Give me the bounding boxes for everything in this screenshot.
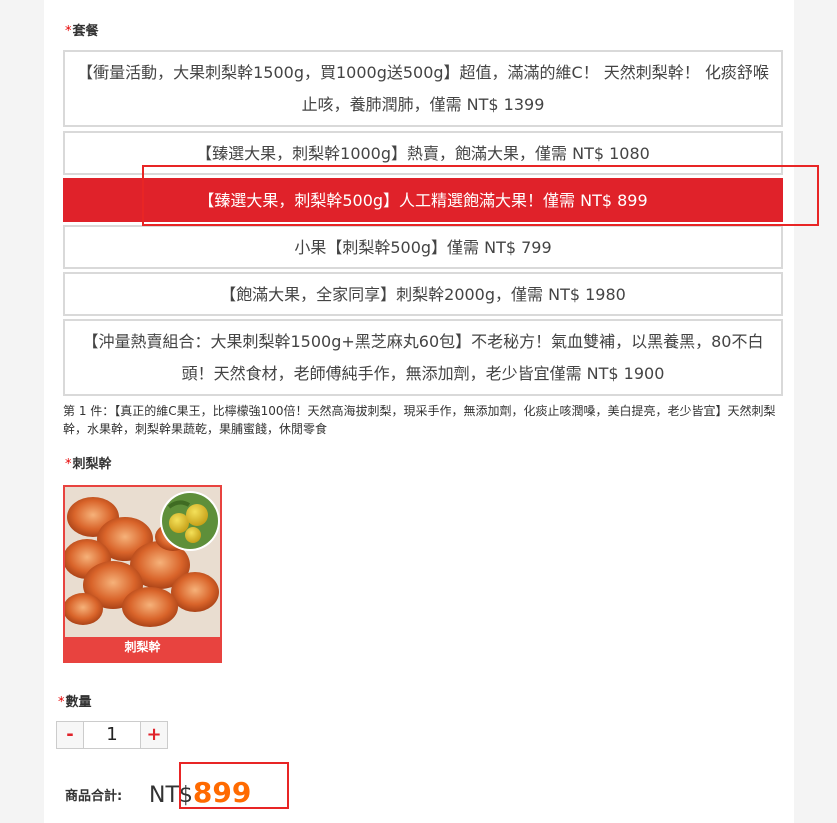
required-mark: *	[58, 695, 65, 710]
package-option-2[interactable]: 【臻選大果，刺梨幹1000g】熱賣，飽滿大果，僅需 NT$ 1080	[63, 131, 783, 175]
package-label-text: 套餐	[72, 24, 99, 39]
package-option-1[interactable]: 【衝量活動，大果刺梨幹1500g，買1000g送500g】超值，滿滿的維C！ 天…	[63, 50, 783, 127]
quantity-stepper: - 1 +	[56, 721, 168, 749]
quantity-increase-button[interactable]: +	[141, 722, 167, 748]
package-description: 第 1 件：【真正的維C果王，比檸檬強100倍！天然高海拔刺梨，現采手作，無添加…	[63, 404, 776, 436]
subtotal-amount: 899	[192, 776, 252, 809]
quantity-section-label: *數量	[58, 691, 92, 710]
variant-label-text: 刺梨幹	[72, 457, 112, 472]
variant-section-label: *刺梨幹	[65, 453, 112, 472]
quantity-decrease-button[interactable]: -	[57, 722, 83, 748]
package-option-3-selected[interactable]: 【臻選大果，刺梨幹500g】人工精選飽滿大果！僅需 NT$ 899	[63, 178, 783, 222]
package-option-label: 【衝量活動，大果刺梨幹1500g，買1000g送500g】超值，滿滿的維C！ 天…	[77, 63, 769, 114]
package-option-label: 【臻選大果，刺梨幹1000g】熱賣，飽滿大果，僅需 NT$ 1080	[196, 144, 650, 163]
package-section-label: *套餐	[65, 20, 99, 39]
subtotal-price: NT$899	[149, 776, 251, 809]
required-mark: *	[65, 24, 72, 39]
variant-caption: 刺梨幹	[124, 640, 161, 654]
package-option-label: 【沖量熱賣組合：大果刺梨幹1500g+黑芝麻丸60包】不老秘方！氣血雙補，以黑養…	[82, 332, 764, 383]
variant-thumbnail-selected[interactable]: 刺梨幹	[63, 485, 222, 663]
package-option-5[interactable]: 【飽滿大果，全家同享】刺梨幹2000g，僅需 NT$ 1980	[63, 272, 783, 316]
package-option-4[interactable]: 小果【刺梨幹500g】僅需 NT$ 799	[63, 225, 783, 269]
product-options-panel: *套餐 【衝量活動，大果刺梨幹1500g，買1000g送500g】超值，滿滿的維…	[44, 0, 794, 823]
package-option-label: 【臻選大果，刺梨幹500g】人工精選飽滿大果！僅需 NT$ 899	[198, 191, 648, 210]
quantity-input[interactable]: 1	[83, 722, 141, 748]
package-option-6[interactable]: 【沖量熱賣組合：大果刺梨幹1500g+黑芝麻丸60包】不老秘方！氣血雙補，以黑養…	[63, 319, 783, 396]
quantity-label-text: 數量	[65, 695, 92, 710]
dried-fruit-image	[65, 487, 220, 637]
subtotal-label: 商品合計:	[65, 789, 123, 804]
subtotal-currency: NT$	[149, 783, 193, 808]
required-mark: *	[65, 457, 72, 472]
package-option-label: 小果【刺梨幹500g】僅需 NT$ 799	[294, 238, 552, 257]
package-option-label: 【飽滿大果，全家同享】刺梨幹2000g，僅需 NT$ 1980	[220, 285, 626, 304]
